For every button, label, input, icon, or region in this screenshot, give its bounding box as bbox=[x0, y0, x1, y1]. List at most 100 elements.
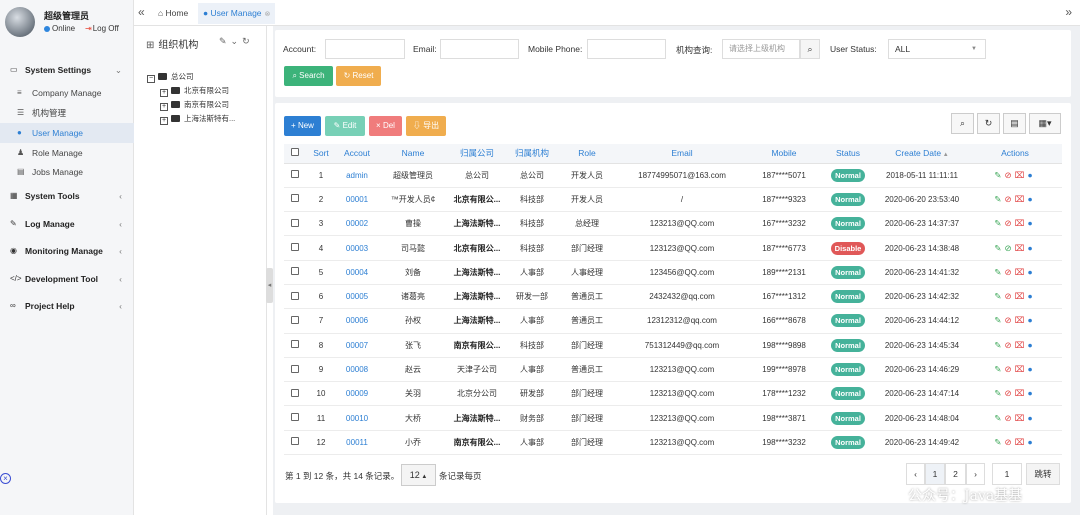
close-circle-icon[interactable]: × bbox=[0, 473, 11, 484]
trash-icon[interactable]: ⌧ bbox=[1015, 291, 1028, 301]
sidebar-item-org-manage[interactable]: ☰ 机构管理 bbox=[0, 103, 134, 123]
tree-node[interactable]: + 北京有限公司 bbox=[160, 85, 229, 97]
edit-icon[interactable]: ✎ bbox=[994, 218, 1004, 228]
table-row[interactable]: 11 00010 大桥 上海法斯特... 财务部 部门经理 123213@QQ.com 198… bbox=[284, 405, 1062, 431]
edit-icon[interactable]: ✎ bbox=[219, 36, 231, 46]
export-button[interactable]: ⇩ 导出 bbox=[406, 116, 446, 136]
more-icon[interactable]: ● bbox=[1027, 340, 1035, 350]
menu-log-manage[interactable]: ✎ Log Manage ‹ bbox=[0, 214, 134, 234]
table-row[interactable]: 7 00006 孙权 上海法斯特... 人事部 普通员工 12312312@qq.com 16… bbox=[284, 308, 1062, 334]
row-checkbox[interactable] bbox=[284, 284, 306, 310]
table-row[interactable]: 2 00001 ™开发人员¢ 北京有限公... 科技部 开发人员/187****9323 N… bbox=[284, 187, 1062, 213]
account-link[interactable]: 00007 bbox=[336, 333, 378, 358]
edit-icon[interactable]: ✎ bbox=[994, 437, 1004, 447]
account-link[interactable]: 00005 bbox=[336, 284, 378, 310]
reset-button[interactable]: ↻ Reset bbox=[336, 66, 381, 86]
page-jump-input[interactable]: 1 bbox=[992, 463, 1022, 485]
new-button[interactable]: + New bbox=[284, 116, 321, 136]
row-checkbox[interactable] bbox=[284, 163, 306, 188]
edit-icon[interactable]: ✎ bbox=[994, 315, 1004, 325]
menu-system-tools[interactable]: ▦ System Tools ‹ bbox=[0, 186, 134, 206]
edit-icon[interactable]: ✎ bbox=[994, 388, 1004, 398]
table-row[interactable]: 5 00004 刘备 上海法斯特... 人事部 人事经理 123456@QQ.com 189*… bbox=[284, 260, 1062, 285]
col-header[interactable]: 归属公司 bbox=[448, 144, 506, 164]
sidebar-item-user-manage[interactable]: ● User Manage bbox=[0, 123, 134, 143]
account-link[interactable]: 00002 bbox=[336, 211, 378, 237]
account-link[interactable]: 00006 bbox=[336, 308, 378, 334]
more-icon[interactable]: ● bbox=[1027, 291, 1035, 301]
col-header[interactable]: Name bbox=[378, 144, 448, 164]
col-header[interactable]: 归属机构 bbox=[506, 144, 558, 164]
edit-icon[interactable]: ✎ bbox=[994, 267, 1004, 277]
edit-icon[interactable]: ✎ bbox=[994, 340, 1004, 350]
org-search-button[interactable]: ⌕ bbox=[800, 39, 820, 59]
edit-icon[interactable]: ✎ bbox=[994, 413, 1004, 423]
row-checkbox[interactable] bbox=[284, 333, 306, 358]
menu-system-settings[interactable]: ▭ System Settings ⌄ bbox=[0, 60, 134, 80]
table-row[interactable]: 8 00007 张飞 南京有限公... 科技部 部门经理 751312449@qq.com 1… bbox=[284, 333, 1062, 358]
trash-icon[interactable]: ⌧ bbox=[1015, 170, 1028, 180]
account-link[interactable]: 00003 bbox=[336, 235, 378, 261]
tree-node-root[interactable]: − 总公司 bbox=[147, 71, 194, 83]
trash-icon[interactable]: ⌧ bbox=[1015, 218, 1028, 228]
page-size-select[interactable]: 12 ▲ bbox=[401, 464, 436, 486]
account-link[interactable]: 00010 bbox=[336, 405, 378, 431]
col-header[interactable]: Email bbox=[616, 144, 748, 164]
page-jump-button[interactable]: 跳转 bbox=[1026, 463, 1060, 485]
enable-icon[interactable]: ⊘ bbox=[1005, 243, 1015, 253]
sidebar-item-company-manage[interactable]: ≡ Company Manage bbox=[0, 83, 134, 103]
row-checkbox[interactable] bbox=[284, 405, 306, 431]
col-header-create-date[interactable]: Create Date ▲ bbox=[876, 144, 968, 164]
more-icon[interactable]: ● bbox=[1027, 315, 1035, 325]
row-checkbox[interactable] bbox=[284, 381, 306, 407]
org-select-input[interactable]: 请选择上级机构 bbox=[722, 39, 800, 59]
panel-collapse-handle[interactable]: ◂ bbox=[266, 268, 273, 303]
menu-monitoring-manage[interactable]: ◉ Monitoring Manage ‹ bbox=[0, 241, 134, 261]
account-link[interactable]: admin bbox=[336, 163, 378, 188]
ban-icon[interactable]: ⊘ bbox=[1005, 194, 1015, 204]
account-link[interactable]: 00011 bbox=[336, 430, 378, 456]
tab-home[interactable]: ⌂ Home bbox=[158, 8, 188, 18]
ban-icon[interactable]: ⊘ bbox=[1005, 291, 1015, 301]
row-checkbox[interactable] bbox=[284, 357, 306, 383]
table-row[interactable]: 9 00008 赵云 天津子公司 人事部 普通员工 123213@QQ.com 199****… bbox=[284, 357, 1062, 383]
edit-icon[interactable]: ✎ bbox=[994, 243, 1004, 253]
ban-icon[interactable]: ⊘ bbox=[1005, 315, 1015, 325]
trash-icon[interactable]: ⌧ bbox=[1015, 194, 1028, 204]
table-row[interactable]: 12 00011 小乔 南京有限公... 人事部 部门经理 123213@QQ.com 198… bbox=[284, 430, 1062, 456]
edit-icon[interactable]: ✎ bbox=[994, 291, 1004, 301]
chevron-down-icon[interactable]: ⌄ bbox=[231, 36, 243, 46]
select-all-checkbox[interactable] bbox=[284, 144, 306, 164]
table-columns-button[interactable]: ▦▾ bbox=[1029, 113, 1061, 134]
ban-icon[interactable]: ⊘ bbox=[1005, 364, 1015, 374]
table-search-button[interactable]: ⌕ bbox=[951, 113, 974, 134]
ban-icon[interactable]: ⊘ bbox=[1005, 413, 1015, 423]
close-icon[interactable]: ⊗ bbox=[265, 11, 271, 18]
more-icon[interactable]: ● bbox=[1027, 437, 1035, 447]
menu-project-help[interactable]: ∞ Project Help ‹ bbox=[0, 296, 134, 316]
expand-box-icon[interactable]: + bbox=[160, 89, 168, 97]
more-icon[interactable]: ● bbox=[1027, 388, 1035, 398]
email-input[interactable] bbox=[440, 39, 519, 59]
edit-icon[interactable]: ✎ bbox=[994, 194, 1004, 204]
ban-icon[interactable]: ⊘ bbox=[1005, 170, 1015, 180]
search-button[interactable]: ⌕ Search bbox=[284, 66, 333, 86]
page-prev-button[interactable]: ‹ bbox=[906, 463, 925, 485]
avatar[interactable] bbox=[5, 7, 35, 37]
sidebar-item-jobs-manage[interactable]: ▤ Jobs Manage bbox=[0, 162, 134, 182]
row-checkbox[interactable] bbox=[284, 260, 306, 285]
ban-icon[interactable]: ⊘ bbox=[1005, 437, 1015, 447]
page-button-1[interactable]: 1 bbox=[925, 463, 945, 485]
table-row[interactable]: 1 admin 超级管理员 总公司 总公司 开发人员 18774995071@163.com… bbox=[284, 163, 1062, 188]
account-link[interactable]: 00001 bbox=[336, 187, 378, 213]
page-next-button[interactable]: › bbox=[966, 463, 985, 485]
more-icon[interactable]: ● bbox=[1027, 364, 1035, 374]
row-checkbox[interactable] bbox=[284, 235, 306, 261]
col-header[interactable]: Role bbox=[558, 144, 616, 164]
ban-icon[interactable]: ⊘ bbox=[1005, 340, 1015, 350]
menu-development-tool[interactable]: </> Development Tool ‹ bbox=[0, 269, 134, 289]
trash-icon[interactable]: ⌧ bbox=[1015, 437, 1028, 447]
trash-icon[interactable]: ⌧ bbox=[1015, 340, 1028, 350]
double-chevron-left-icon[interactable]: « bbox=[138, 5, 145, 19]
table-refresh-button[interactable]: ↻ bbox=[977, 113, 1000, 134]
